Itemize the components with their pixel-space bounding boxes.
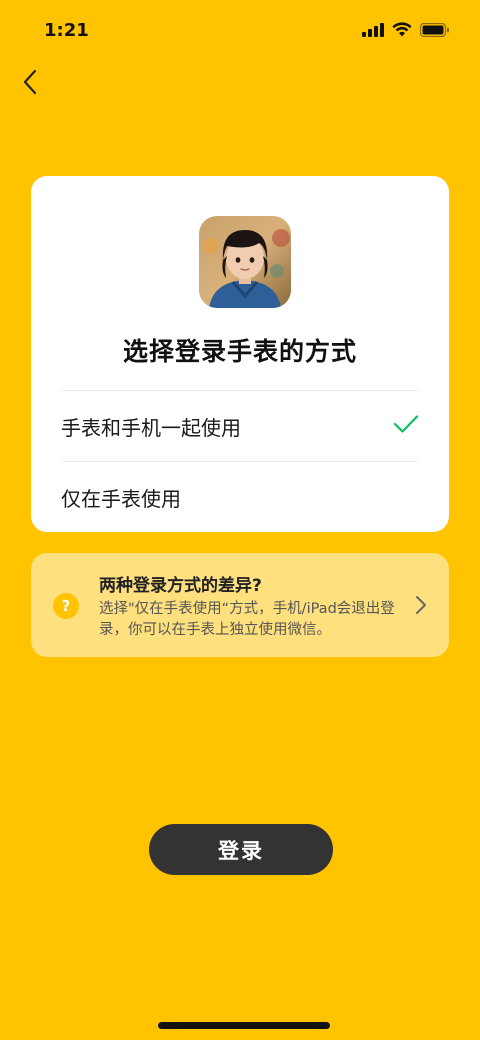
avatar xyxy=(199,216,291,308)
chevron-left-icon xyxy=(22,69,38,99)
back-button[interactable] xyxy=(14,68,46,100)
status-bar: 1:21 xyxy=(0,0,480,64)
info-title: 两种登录方式的差异? xyxy=(99,576,262,596)
status-icons xyxy=(362,22,450,41)
card-title: 选择登录手表的方式 xyxy=(122,337,357,366)
checkmark-icon xyxy=(393,414,419,438)
cellular-signal-icon xyxy=(362,22,384,41)
question-icon: ? xyxy=(53,593,79,619)
login-button[interactable]: 登录 xyxy=(149,824,333,875)
login-method-card: 选择登录手表的方式 手表和手机一起使用 仅在手表使用 xyxy=(31,176,449,532)
option-label: 仅在手表使用 xyxy=(61,486,181,511)
login-methods-difference-card[interactable]: ? 两种登录方式的差异? 选择"仅在手表使用“方式，手机/iPad会退出登录，你… xyxy=(31,553,449,657)
status-time: 1:21 xyxy=(44,20,89,41)
chevron-right-icon xyxy=(415,595,427,619)
info-description: 选择"仅在手表使用“方式，手机/iPad会退出登录，你可以在手表上独立使用微信。 xyxy=(99,601,395,638)
battery-icon xyxy=(419,22,450,41)
wifi-icon xyxy=(392,22,412,41)
option-watch-and-phone[interactable]: 手表和手机一起使用 xyxy=(61,391,419,461)
option-label: 手表和手机一起使用 xyxy=(61,415,241,440)
option-watch-only[interactable]: 仅在手表使用 xyxy=(61,462,419,532)
home-indicator xyxy=(158,1022,330,1029)
